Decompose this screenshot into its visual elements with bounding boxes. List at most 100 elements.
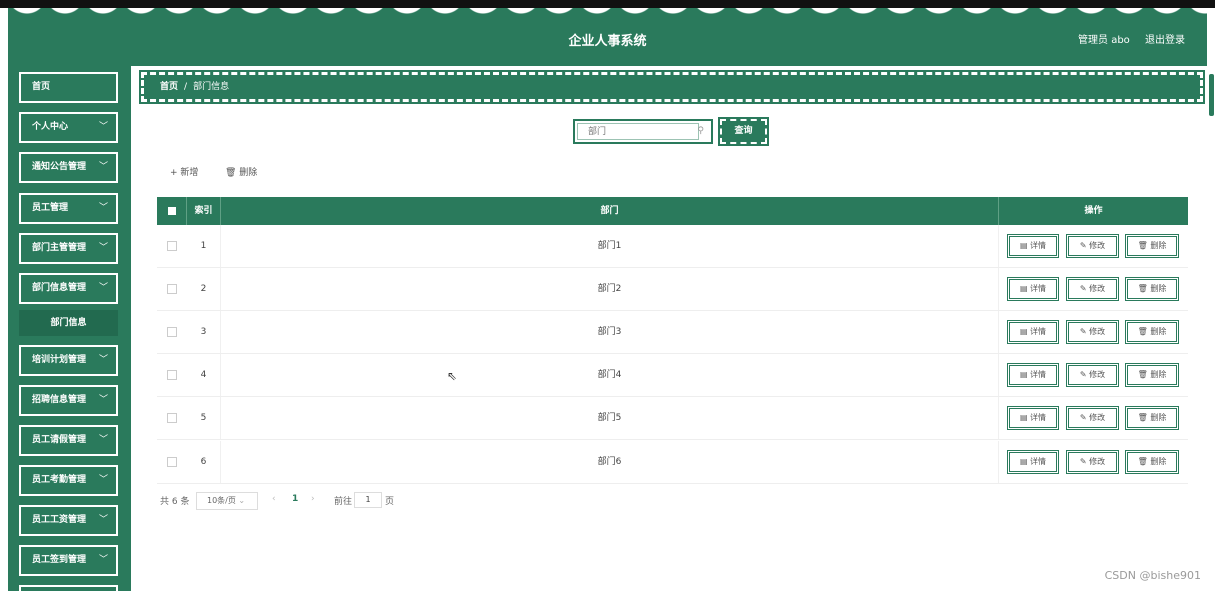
select-all-checkbox[interactable] [167,206,176,215]
batch-delete-button[interactable]: 🗑 删除 [225,165,257,178]
goto-page-input[interactable]: 1 [354,492,382,508]
sidebar-item-label: 部门主管管理 [32,243,87,253]
row-checkbox[interactable] [167,456,177,467]
table-row: 3 部门3 ▤ 详情 ✎ 修改 🗑 删除 [157,311,1188,354]
delete-button[interactable]: 🗑 删除 [1125,363,1179,387]
sidebar-item-manager-management[interactable]: 部门主管管理 ﹀ [19,233,118,264]
sidebar-item-label: 招聘信息管理 [32,395,87,405]
chevron-down-icon: ⌄ [238,496,246,505]
sidebar-item-checkin-management[interactable]: 员工签到管理 ﹀ [19,545,118,576]
search-icon: ⚲ [697,126,704,136]
detail-button[interactable]: ▤ 详情 [1007,406,1059,430]
sidebar-item-personal-center[interactable]: 个人中心 ﹀ [19,112,118,143]
header-index: 索引 [187,197,221,225]
header-user-area: 管理员 abo 退出登录 [1066,31,1185,46]
edit-button[interactable]: ✎ 修改 [1066,320,1119,344]
row-checkbox[interactable] [167,240,177,251]
sidebar-item-partial[interactable] [19,585,118,591]
detail-button[interactable]: ▤ 详情 [1007,277,1059,301]
delete-button[interactable]: 🗑 删除 [1125,320,1179,344]
breadcrumb-current: 部门信息 [193,82,230,92]
chevron-down-icon: ﹀ [98,475,108,485]
page-number-current[interactable]: 1 [292,494,298,504]
row-checkbox-cell [157,311,187,353]
sidebar-item-label: 员工管理 [32,203,69,213]
chevron-down-icon: ﹀ [98,555,108,565]
add-button[interactable]: + 新增 [170,165,198,178]
row-checkbox-cell [157,268,187,310]
row-index: 1 [187,225,221,267]
row-department: 部门4 [221,354,999,396]
row-checkbox[interactable] [167,326,177,337]
detail-button[interactable]: ▤ 详情 [1007,234,1059,258]
row-checkbox[interactable] [167,283,177,294]
header-actions: 操作 [1084,206,1103,216]
table-row: 1 部门1 ▤ 详情 ✎ 修改 🗑 删除 [157,225,1188,268]
top-band [0,0,1215,8]
detail-button[interactable]: ▤ 详情 [1007,363,1059,387]
sidebar: 首页 个人中心 ﹀ 通知公告管理 ﹀ 员工管理 ﹀ 部门主管管理 ﹀ 部门信息管理 ﹀ 部… [8,66,131,591]
header-bar: 企业人事系统 管理员 abo 退出登录 [8,8,1207,66]
next-page-button[interactable]: › [311,494,315,504]
detail-button[interactable]: ▤ 详情 [1007,450,1059,474]
sidebar-item-employee-management[interactable]: 员工管理 ﹀ [19,193,118,224]
sidebar-item-label: 员工考勤管理 [32,475,87,485]
page-scrollbar[interactable] [1209,74,1214,116]
table-row: 6 部门6 ▤ 详情 ✎ 修改 🗑 删除 [157,441,1188,484]
search-input[interactable] [577,123,699,140]
edit-button[interactable]: ✎ 修改 [1066,450,1119,474]
pagination-total: 共 6 条 [160,497,190,507]
row-department: 部门3 [221,311,999,353]
breadcrumb-home[interactable]: 首页 [160,82,178,92]
sidebar-item-label: 培训计划管理 [32,355,87,365]
sidebar-item-home[interactable]: 首页 [19,72,118,103]
sidebar-item-department-management[interactable]: 部门信息管理 ﹀ [19,273,118,304]
edit-button[interactable]: ✎ 修改 [1066,277,1119,301]
table-row: 2 部门2 ▤ 详情 ✎ 修改 🗑 删除 [157,268,1188,311]
edit-button[interactable]: ✎ 修改 [1066,234,1119,258]
row-checkbox[interactable] [167,369,177,380]
chevron-down-icon: ﹀ [98,355,108,365]
chevron-down-icon: ﹀ [98,283,108,293]
row-checkbox-cell [157,225,187,267]
chevron-down-icon: ﹀ [98,122,108,132]
delete-button[interactable]: 🗑 删除 [1125,450,1179,474]
sidebar-item-notice-management[interactable]: 通知公告管理 ﹀ [19,152,118,183]
chevron-down-icon: ﹀ [98,515,108,525]
sidebar-item-leave-management[interactable]: 员工请假管理 ﹀ [19,425,118,456]
watermark: CSDN @bishe901 [1104,569,1201,582]
detail-button[interactable]: ▤ 详情 [1007,320,1059,344]
table-header: 索引 部门 操作 [157,197,1188,225]
user-label: 管理员 abo [1078,35,1130,46]
sidebar-item-recruit-management[interactable]: 招聘信息管理 ﹀ [19,385,118,416]
row-index: 2 [187,268,221,310]
page-size-select[interactable]: 10条/页 ⌄ [196,492,258,510]
chevron-down-icon: ﹀ [98,243,108,253]
edit-button[interactable]: ✎ 修改 [1066,406,1119,430]
sidebar-item-salary-management[interactable]: 员工工资管理 ﹀ [19,505,118,536]
sidebar-subitem-department-info[interactable]: 部门信息 [19,310,118,336]
sidebar-item-label: 通知公告管理 [32,162,87,172]
breadcrumb-separator: / [184,82,188,92]
goto-label: 前往 [334,497,353,507]
row-checkbox[interactable] [167,412,177,423]
sidebar-item-attendance-management[interactable]: 员工考勤管理 ﹀ [19,465,118,496]
delete-button[interactable]: 🗑 删除 [1125,234,1179,258]
row-index: 3 [187,311,221,353]
app-title: 企业人事系统 [568,34,647,49]
prev-page-button[interactable]: ‹ [272,494,276,504]
sidebar-item-label: 员工签到管理 [32,555,87,565]
sidebar-item-training-management[interactable]: 培训计划管理 ﹀ [19,345,118,376]
logout-link[interactable]: 退出登录 [1145,35,1185,46]
table-row: 5 部门5 ▤ 详情 ✎ 修改 🗑 删除 [157,397,1188,440]
search-button[interactable]: 查询 [718,117,769,146]
delete-button[interactable]: 🗑 删除 [1125,406,1179,430]
sidebar-item-label: 员工工资管理 [32,515,87,525]
search-box: ⚲ [573,119,713,144]
edit-button[interactable]: ✎ 修改 [1066,363,1119,387]
header-scallop-decoration [8,8,1207,28]
sidebar-item-label: 员工请假管理 [32,435,87,445]
header-department: 部门 [221,197,999,225]
row-checkbox-cell [157,441,187,483]
delete-button[interactable]: 🗑 删除 [1125,277,1179,301]
